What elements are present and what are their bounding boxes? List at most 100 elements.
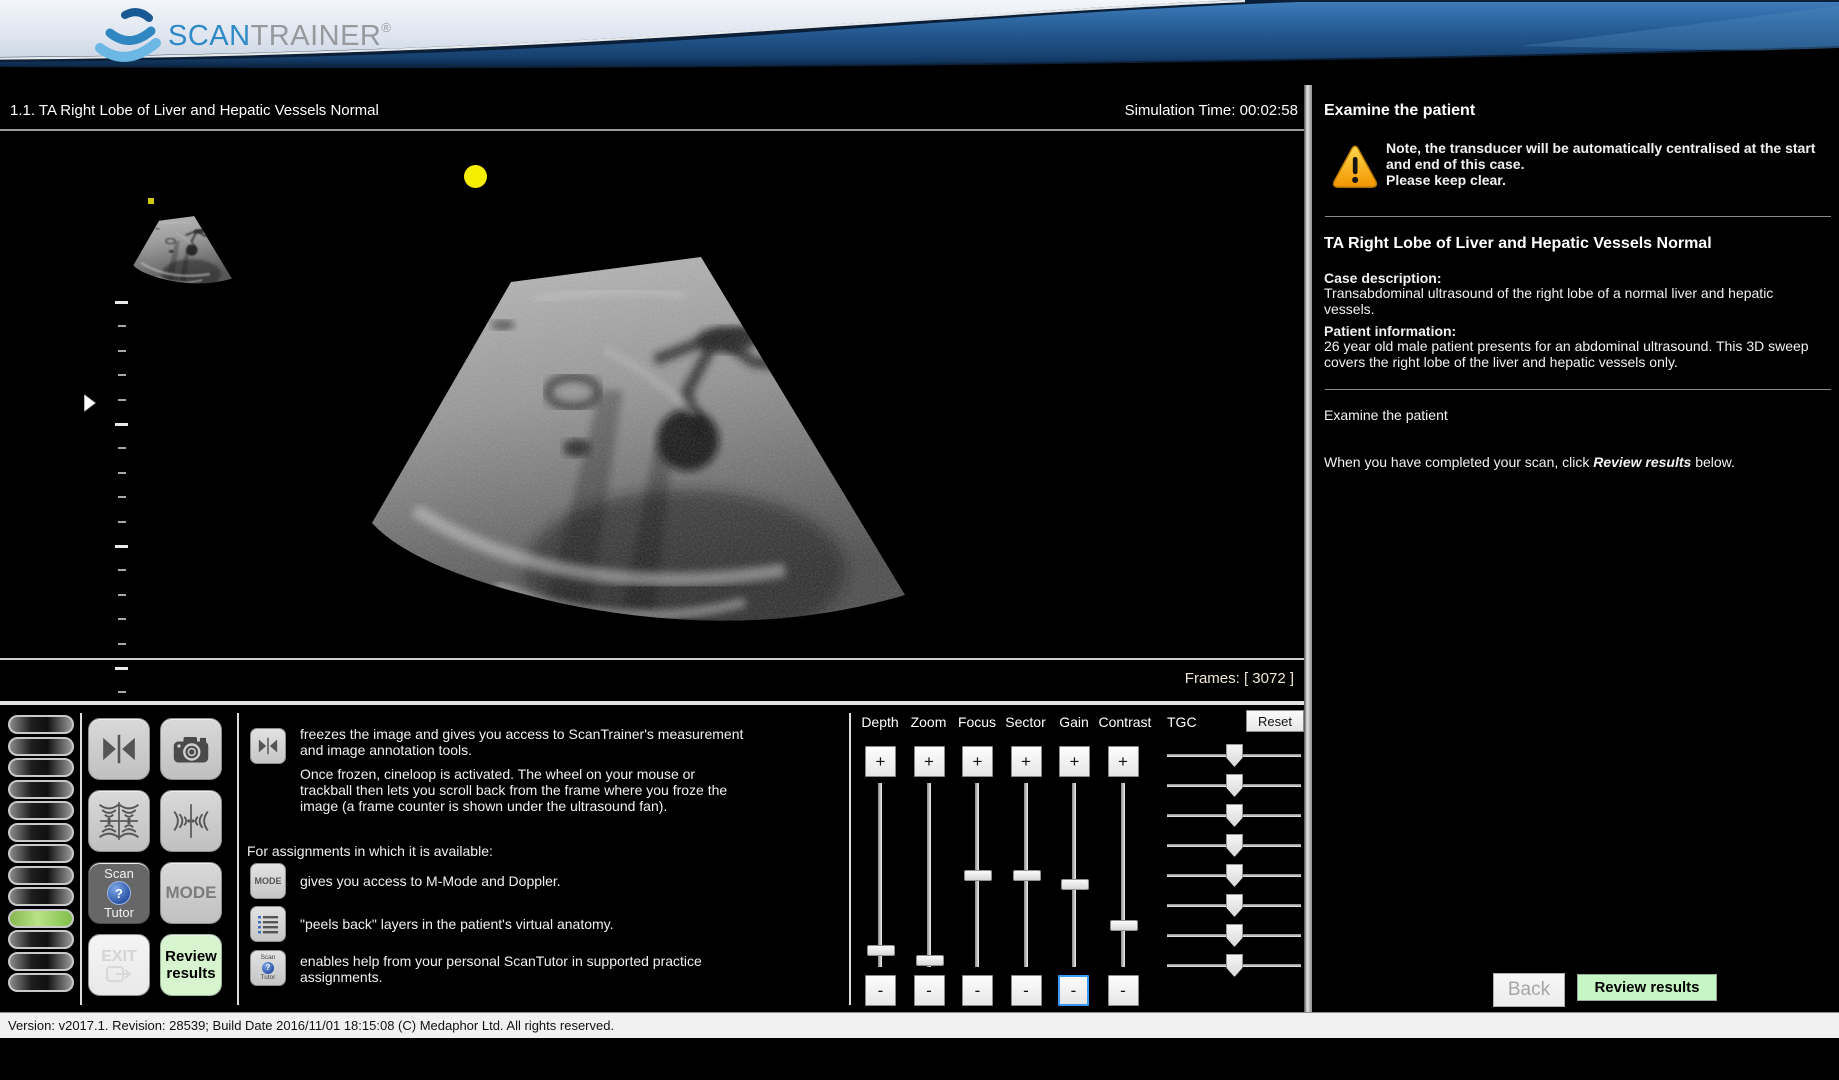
mode-button[interactable]: MODE	[160, 862, 222, 924]
review-results-emphasis: Review results	[1593, 454, 1691, 470]
panel-main-divider	[1304, 85, 1312, 1012]
review-results-button[interactable]: Review results	[1577, 974, 1717, 1001]
section-divider	[1325, 216, 1831, 217]
sector-decrease-button[interactable]: -	[1011, 975, 1042, 1006]
zoom-decrease-button[interactable]: -	[914, 975, 945, 1006]
scan-tutor-button[interactable]: Scan ? Tutor	[88, 862, 150, 924]
slider-gain: Gain+-	[1050, 705, 1098, 1012]
stack-pill[interactable]	[8, 930, 74, 949]
stack-pill-active[interactable]	[8, 909, 74, 928]
focus-decrease-button[interactable]: -	[962, 975, 993, 1006]
review-results-grid-button[interactable]: Review results	[160, 934, 222, 996]
panel-divider	[80, 713, 82, 1005]
back-button[interactable]: Back	[1493, 973, 1565, 1007]
tgc-handle[interactable]	[1226, 834, 1243, 857]
tgc-handle[interactable]	[1226, 954, 1243, 977]
ruler-major-tick	[115, 301, 128, 304]
ruler-minor-tick	[118, 691, 126, 693]
focus-slider-handle[interactable]	[964, 870, 992, 881]
tgc-handle[interactable]	[1226, 864, 1243, 887]
zoom-slider-track[interactable]	[927, 783, 931, 967]
tgc-handle[interactable]	[1226, 804, 1243, 827]
instruction-panel: Examine the patient Note, the transducer…	[1312, 85, 1839, 1012]
review-results-line2: results	[166, 965, 215, 982]
panel-divider	[237, 713, 239, 1005]
stack-pill[interactable]	[8, 973, 74, 992]
gain-increase-button[interactable]: +	[1059, 746, 1090, 777]
ruler-minor-tick	[118, 521, 126, 523]
gain-slider-track[interactable]	[1072, 783, 1076, 967]
stack-pill[interactable]	[8, 887, 74, 906]
focus-increase-button[interactable]: +	[962, 746, 993, 777]
stack-pill[interactable]	[8, 758, 74, 777]
ruler-minor-tick	[118, 350, 126, 352]
review-results-line1: Review	[165, 948, 217, 965]
zoom-increase-button[interactable]: +	[914, 746, 945, 777]
gain-decrease-button[interactable]: -	[1058, 975, 1089, 1006]
ultrasound-viewport[interactable]	[0, 131, 1304, 658]
quad-view-icon	[98, 800, 140, 842]
tgc-slider	[1167, 833, 1301, 861]
assignment-title: 1.1. TA Right Lobe of Liver and Hepatic …	[10, 102, 379, 119]
dual-view-button[interactable]	[160, 790, 222, 852]
warning-text-keep-clear: Please keep clear.	[1386, 173, 1828, 189]
control-panel: Scan ? Tutor MODE EXIT Review results fr…	[0, 705, 1304, 1012]
stack-pill[interactable]	[8, 823, 74, 842]
depth-slider-track[interactable]	[878, 783, 882, 967]
slider-sector: Sector+-	[1002, 705, 1050, 1012]
sector-increase-button[interactable]: +	[1011, 746, 1042, 777]
logo-text: SCANTRAINER®	[168, 20, 391, 52]
tgc-slider	[1167, 863, 1301, 891]
stack-pill[interactable]	[8, 844, 74, 863]
transducer-marker-small	[148, 198, 154, 204]
contrast-slider-track[interactable]	[1121, 783, 1125, 967]
logo-registered-mark: ®	[381, 20, 391, 35]
sector-slider-track[interactable]	[1024, 783, 1028, 967]
sector-slider-handle[interactable]	[1013, 870, 1041, 881]
ruler-minor-tick	[118, 374, 126, 376]
tgc-handle[interactable]	[1226, 894, 1243, 917]
tgc-reset-button[interactable]: Reset	[1246, 710, 1304, 732]
freeze-help-icon	[250, 728, 286, 764]
stack-pill[interactable]	[8, 801, 74, 820]
exit-label: EXIT	[101, 948, 137, 966]
app-header: SCANTRAINER®	[0, 0, 1839, 70]
stack-pill[interactable]	[8, 952, 74, 971]
status-bar: Version: v2017.1. Revision: 28539; Build…	[0, 1012, 1839, 1038]
contrast-decrease-button[interactable]: -	[1108, 975, 1139, 1006]
depth-increase-button[interactable]: +	[865, 746, 896, 777]
camera-icon	[171, 731, 211, 767]
tgc-handle[interactable]	[1226, 744, 1243, 767]
scan-tutor-label-top: Scan	[104, 867, 134, 880]
depth-slider-handle[interactable]	[867, 945, 895, 956]
tgc-handle[interactable]	[1226, 774, 1243, 797]
pill-stack	[8, 715, 76, 1003]
tgc-handle[interactable]	[1226, 924, 1243, 947]
stack-pill[interactable]	[8, 866, 74, 885]
freeze-help-text: freezes the image and gives you access t…	[300, 726, 745, 758]
simulation-time: Simulation Time: 00:02:58	[900, 102, 1298, 119]
contrast-slider-handle[interactable]	[1110, 920, 1138, 931]
ruler-minor-tick	[118, 643, 126, 645]
scantutor-help-text: enables help from your personal ScanTuto…	[300, 953, 730, 985]
zoom-slider-handle[interactable]	[916, 955, 944, 966]
quad-view-button[interactable]	[88, 790, 150, 852]
stack-pill[interactable]	[8, 737, 74, 756]
zoom-label: Zoom	[905, 714, 953, 730]
freeze-button[interactable]	[88, 718, 150, 780]
stack-pill[interactable]	[8, 780, 74, 799]
gain-slider-handle[interactable]	[1061, 879, 1089, 890]
contrast-increase-button[interactable]: +	[1108, 746, 1139, 777]
availability-text: For assignments in which it is available…	[247, 843, 717, 859]
depth-decrease-button[interactable]: -	[865, 975, 896, 1006]
stack-pill[interactable]	[8, 715, 74, 734]
version-text: Version: v2017.1. Revision: 28539; Build…	[8, 1018, 614, 1033]
focus-slider-track[interactable]	[975, 783, 979, 967]
viewport-bottom-line	[0, 658, 1304, 660]
snapshot-button[interactable]	[160, 718, 222, 780]
patient-information-text: 26 year old male patient presents for an…	[1324, 339, 1816, 370]
ruler-minor-tick	[118, 325, 126, 327]
slider-focus: Focus+-	[953, 705, 1001, 1012]
ruler-major-tick	[115, 423, 128, 426]
exit-button[interactable]: EXIT	[88, 934, 150, 996]
